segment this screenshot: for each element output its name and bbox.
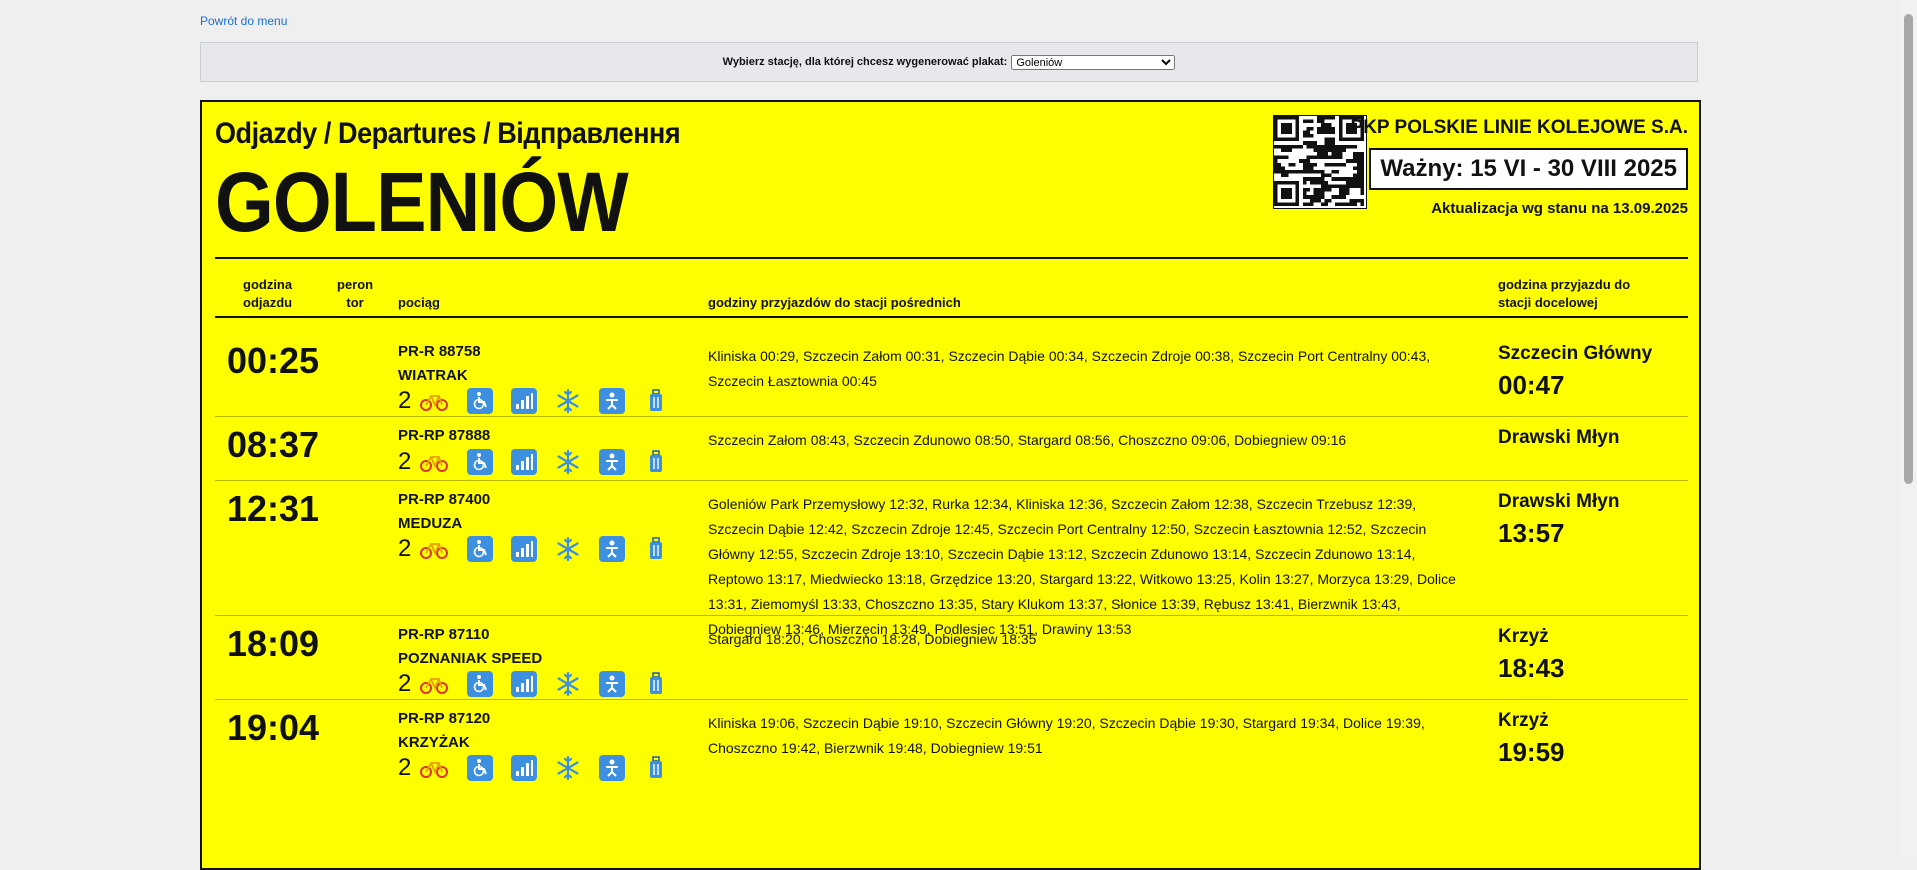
poster-heading: Odjazdy / Departures / Відправлення [215,117,681,150]
company-name: PKP POLSKIE LINIE KOLEJOWE S.A. [1350,117,1688,138]
col-head-stops: godziny przyjazdów do stacji pośrednich [708,295,961,310]
vertical-scrollbar[interactable] [1900,0,1917,859]
air-conditioning-icon [555,755,581,781]
service-icons: 2 [398,535,687,563]
luggage-icon [643,671,669,697]
wheelchair-icon [467,388,494,414]
train-number: PR-RP 87888 [398,427,491,444]
validity-badge: Ważny: 15 VI - 30 VIII 2025 [1369,148,1688,190]
travel-class: 2 [398,754,412,781]
wifi-icon [511,536,538,562]
departure-row: 18:09 PR-RP 87110 POZNANIAK SPEED Stargard … [215,617,1688,701]
departure-row: 19:04 PR-RP 87120 KRZYŻAK Kliniska 19:06, S… [215,701,1688,785]
wheelchair-icon [467,755,494,781]
departure-time: 18:09 [227,623,320,664]
row-divider [215,615,1688,616]
arrival-time: 19:59 [1498,737,1565,767]
departure-time: 19:04 [227,707,320,748]
wifi-icon [511,449,538,475]
wheelchair-icon [467,536,494,562]
baby-changing-icon [599,755,626,781]
bicycle-icon [419,755,449,781]
intermediate-stops: Szczecin Załom 08:43, Szczecin Zdunowo 0… [708,432,1347,448]
train-number: PR-RP 87110 [398,626,490,643]
departure-row: 12:31 PR-RP 87400 MEDUZA Goleniów Park Prze… [215,482,1688,637]
arrival-time: 00:47 [1498,370,1565,400]
destination-station: Drawski Młyn [1498,427,1620,448]
train-number: PR-RP 87120 [398,710,491,727]
bicycle-icon [419,536,449,562]
travel-class: 2 [398,387,412,414]
bicycle-icon [419,388,449,414]
train-number: PR-R 88758 [398,343,481,360]
intermediate-stops: Stargard 18:20, Choszczno 18:28, Dobiegn… [708,631,1037,647]
luggage-icon [643,755,669,781]
wifi-icon [511,755,538,781]
station-picker-bar: Wybierz stację, dla której chcesz wygene… [200,42,1698,82]
baby-changing-icon [599,449,626,475]
wheelchair-icon [467,671,494,697]
air-conditioning-icon [555,536,581,562]
luggage-icon [643,388,669,414]
updated-note: Aktualizacja wg stanu na 13.09.2025 [1431,200,1688,217]
travel-class: 2 [398,448,412,475]
col-head-departure: godzina odjazdu [243,277,293,310]
header-divider [215,257,1688,259]
departure-time: 08:37 [227,424,320,465]
baby-changing-icon [599,536,626,562]
train-name: POZNANIAK SPEED [398,650,543,667]
arrival-time: 18:43 [1498,653,1565,683]
baby-changing-icon [599,671,626,697]
wifi-icon [511,671,538,697]
destination-station: Drawski Młyn [1498,491,1620,512]
train-name: KRZYŻAK [398,734,470,751]
service-icons: 2 [398,754,687,782]
row-divider [215,416,1688,417]
station-name: GOLENIÓW [215,155,629,249]
luggage-icon [643,449,669,475]
col-head-platform: peron tor [337,277,374,310]
station-select[interactable]: Goleniów [1011,54,1176,70]
travel-class: 2 [398,535,412,562]
column-header-divider [215,316,1688,318]
row-divider [215,480,1688,481]
train-name: WIATRAK [398,367,468,384]
back-to-menu-link[interactable]: Powrót do menu [200,14,287,28]
departure-row: 00:25 PR-R 88758 WIATRAK Kliniska 00:29, Sz… [215,334,1688,418]
service-icons: 2 [398,448,687,476]
intermediate-stops: Kliniska 19:06, Szczecin Dąbie 19:10, Sz… [708,715,1425,756]
destination-station: Krzyż [1498,710,1549,731]
departures-poster: Odjazdy / Departures / Відправлення GOLE… [200,100,1701,870]
service-icons: 2 [398,670,687,698]
air-conditioning-icon [555,449,581,475]
col-head-destination: godzina przyjazdu do stacji docelowej [1498,277,1631,310]
wheelchair-icon [467,449,494,475]
scrollbar-thumb[interactable] [1904,14,1913,484]
col-head-train: pociąg [398,295,440,310]
bicycle-icon [419,671,449,697]
train-number: PR-RP 87400 [398,491,491,508]
air-conditioning-icon [555,388,581,414]
train-name: MEDUZA [398,515,463,532]
destination-station: Krzyż [1498,626,1549,647]
travel-class: 2 [398,670,412,697]
intermediate-stops: Kliniska 00:29, Szczecin Załom 00:31, Sz… [708,348,1431,389]
destination-station: Szczecin Główny [1498,343,1653,364]
departure-row: 08:37 PR-RP 87888 Szczecin Załom 08:43, Sz… [215,418,1688,482]
arrival-time: 13:57 [1498,518,1565,548]
luggage-icon [643,536,669,562]
station-picker-label: Wybierz stację, dla której chcesz wygene… [722,56,1008,68]
wifi-icon [511,388,538,414]
bicycle-icon [419,449,449,475]
service-icons: 2 [398,387,687,415]
departure-time: 12:31 [227,488,320,529]
departure-time: 00:25 [227,340,320,381]
air-conditioning-icon [555,671,581,697]
row-divider [215,699,1688,700]
baby-changing-icon [599,388,626,414]
